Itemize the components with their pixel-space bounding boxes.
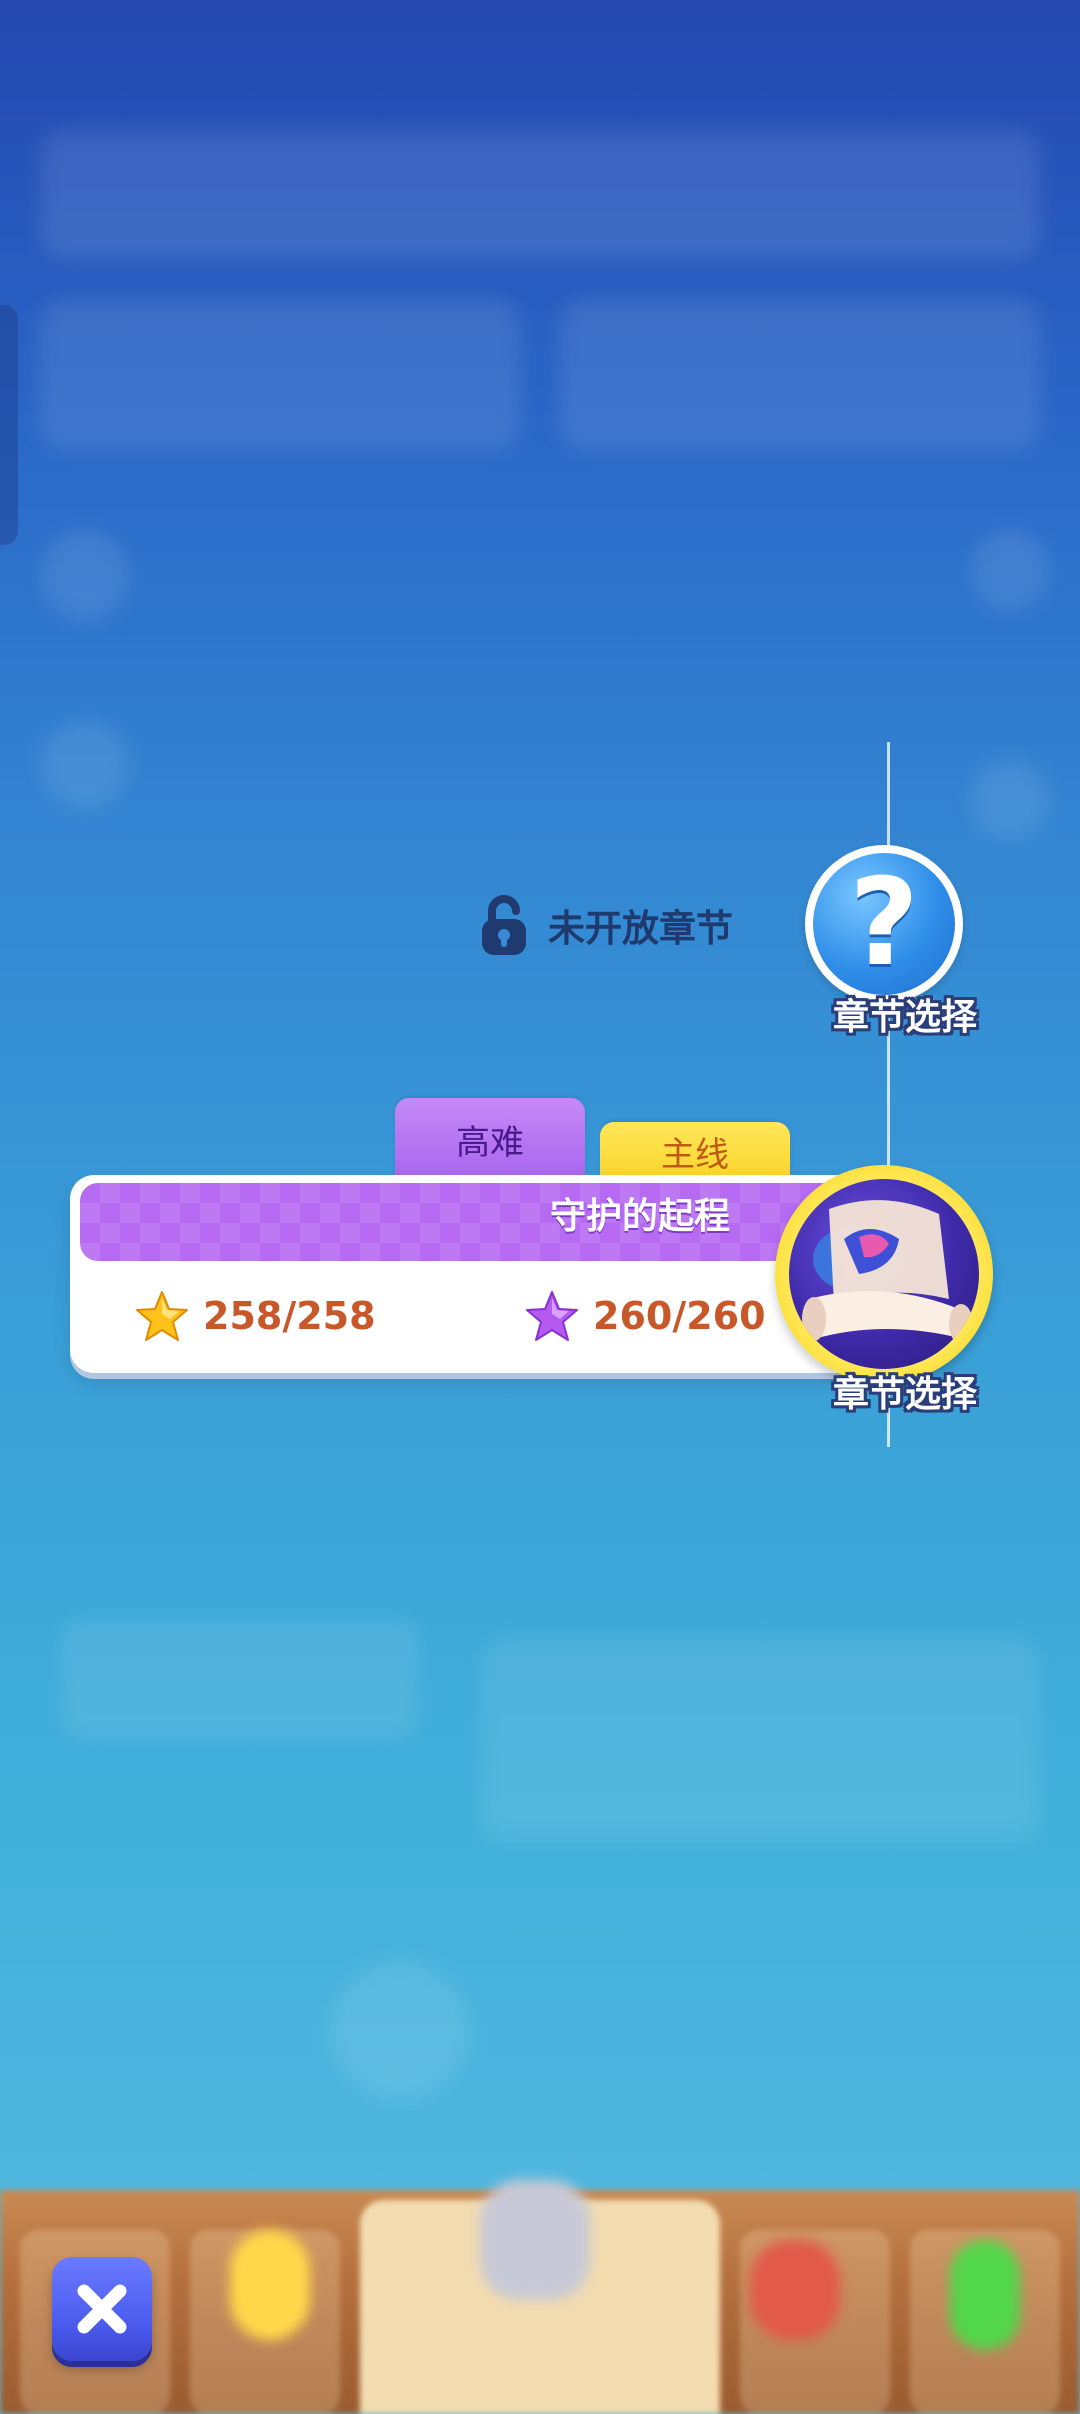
blurred-panel: [480, 1640, 1040, 1840]
tab-hard[interactable]: 高难: [395, 1098, 585, 1180]
blurred-icon: [950, 2240, 1020, 2350]
blurred-icon: [970, 530, 1050, 610]
close-icon: [77, 2284, 127, 2334]
side-drawer-handle[interactable]: [0, 305, 18, 545]
tab-main[interactable]: 主线: [600, 1122, 790, 1180]
blurred-panel: [40, 300, 520, 450]
gold-star-progress: 258/258: [135, 1290, 376, 1342]
locked-chapter-label: 未开放章节: [548, 907, 733, 950]
question-mark-icon: ?: [849, 854, 919, 993]
gold-star-count: 258/258: [203, 1294, 376, 1338]
chapter-card-header: [80, 1183, 860, 1261]
chapter-card[interactable]: 守护的起程 258/258 260/260: [70, 1175, 860, 1373]
blurred-header: [40, 130, 1040, 260]
blurred-panel: [560, 300, 1040, 450]
purple-star-progress: 260/260: [525, 1290, 766, 1342]
purple-star-count: 260/260: [593, 1294, 766, 1338]
lock-icon: [482, 895, 526, 955]
close-button[interactable]: [52, 2257, 152, 2361]
chapter-title: 守护的起程: [550, 1196, 731, 1237]
chapter-node-locked[interactable]: ?: [805, 845, 963, 1003]
purple-star-icon: [526, 1291, 578, 1341]
blurred-icon: [40, 720, 130, 810]
blurred-icon: [330, 1960, 470, 2100]
blurred-icon: [230, 2230, 310, 2340]
chapter-node-current[interactable]: [775, 1165, 993, 1383]
chapter-select-label: 章节选择: [833, 1374, 978, 1415]
scroll-icon: [802, 1200, 973, 1344]
blurred-icon: [750, 2240, 840, 2340]
blurred-icon: [970, 760, 1050, 840]
blurred-panel: [60, 1620, 420, 1740]
blurred-icon: [40, 530, 130, 620]
gold-star-icon: [136, 1291, 188, 1341]
blurred-icon: [480, 2180, 590, 2300]
chapter-select-label: 章节选择: [833, 997, 978, 1038]
locked-chapter-row: 未开放章节: [478, 890, 733, 960]
